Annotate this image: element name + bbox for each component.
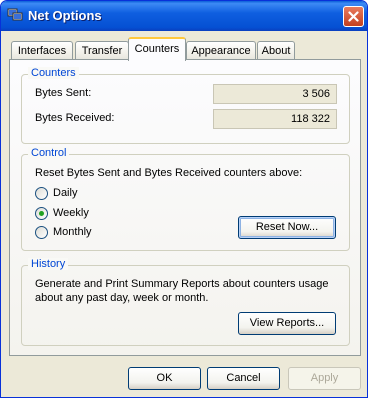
control-group-title: Control (28, 147, 70, 159)
counters-group: Counters Bytes Sent: 3 506 Bytes Receive… (21, 67, 350, 144)
close-icon (348, 11, 359, 22)
counters-group-title: Counters (28, 67, 79, 79)
tab-counters[interactable]: Counters (128, 37, 186, 61)
weekly-label[interactable]: Weekly (53, 207, 89, 219)
ok-label: OK (156, 372, 173, 384)
net-options-window: Net Options Interfaces Transfer Counters… (0, 0, 368, 398)
window-title: Net Options (28, 8, 102, 23)
daily-label[interactable]: Daily (53, 187, 77, 199)
monthly-label[interactable]: Monthly (53, 226, 92, 238)
reset-now-button[interactable]: Reset Now... (238, 216, 336, 239)
history-description-line2: about any past day, week or month. (35, 292, 209, 304)
bytes-sent-field: 3 506 (213, 84, 337, 104)
history-group: History Generate and Print Summary Repor… (21, 258, 350, 346)
bytes-sent-label: Bytes Sent: (35, 87, 92, 99)
tab-interfaces[interactable]: Interfaces (11, 41, 73, 60)
tab-about-label: About (261, 45, 291, 57)
history-description-line1: Generate and Print Summary Reports about… (35, 278, 329, 290)
bytes-received-label: Bytes Received: (35, 112, 115, 124)
network-icon (7, 8, 23, 21)
title-bar[interactable]: Net Options (1, 1, 367, 31)
history-group-title: History (28, 258, 69, 270)
apply-button[interactable]: Apply (288, 367, 361, 390)
tab-appearance-label: Appearance (191, 45, 251, 57)
radio-selected-dot (39, 211, 44, 216)
cancel-button[interactable]: Cancel (207, 367, 280, 390)
tab-about[interactable]: About (257, 41, 295, 60)
weekly-radio[interactable] (35, 207, 48, 220)
tab-interfaces-label: Interfaces (17, 45, 67, 57)
tab-transfer-label: Transfer (81, 45, 123, 57)
daily-radio[interactable] (35, 187, 48, 200)
tab-appearance[interactable]: Appearance (186, 41, 256, 60)
close-button[interactable] (343, 6, 364, 27)
ok-button[interactable]: OK (128, 367, 201, 390)
reset-now-label: Reset Now... (255, 221, 319, 233)
tab-strip: Interfaces Transfer Counters Appearance … (9, 37, 361, 61)
control-group: Control Reset Bytes Sent and Bytes Recei… (21, 147, 350, 251)
tab-transfer[interactable]: Transfer (75, 41, 129, 60)
reset-description: Reset Bytes Sent and Bytes Received coun… (35, 167, 303, 179)
tab-counters-label: Counters (134, 43, 180, 55)
monthly-radio[interactable] (35, 226, 48, 239)
view-reports-label: View Reports... (249, 317, 325, 329)
apply-label: Apply (310, 372, 339, 384)
bytes-received-field: 118 322 (213, 109, 337, 129)
view-reports-button[interactable]: View Reports... (238, 312, 336, 335)
counters-panel: Counters Bytes Sent: 3 506 Bytes Receive… (9, 59, 361, 356)
cancel-label: Cancel (226, 372, 261, 384)
